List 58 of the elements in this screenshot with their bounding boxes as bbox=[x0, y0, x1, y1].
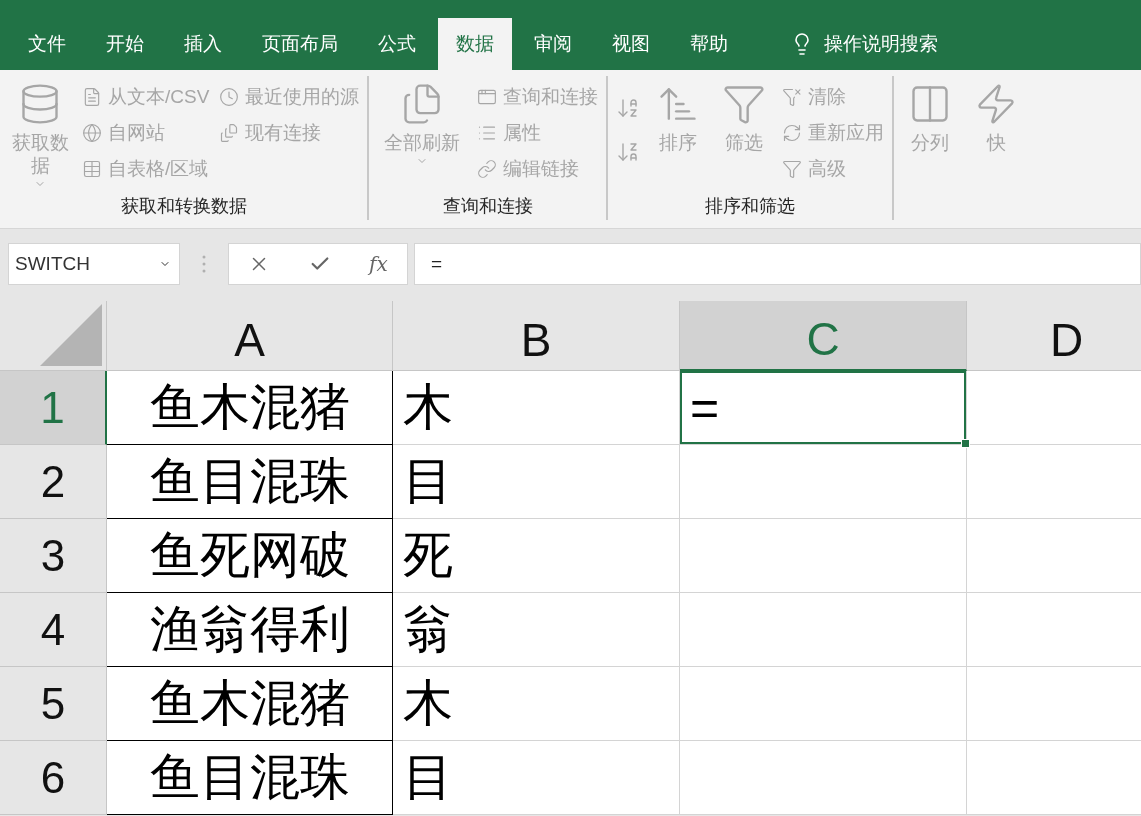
ribbon-icon bbox=[477, 87, 498, 107]
ribbon-icon bbox=[477, 159, 498, 179]
ribbon-tab[interactable]: 文件 bbox=[10, 18, 84, 70]
table-cell[interactable]: 鱼死网破 bbox=[107, 519, 393, 593]
ribbon-tab[interactable]: 插入 bbox=[166, 18, 240, 70]
tell-me-search[interactable]: 操作说明搜索 bbox=[824, 31, 938, 57]
column-header[interactable]: D bbox=[967, 301, 1141, 371]
formula-input[interactable]: = bbox=[414, 243, 1141, 285]
table-cell[interactable]: 死 bbox=[393, 519, 680, 593]
fill-handle[interactable] bbox=[961, 439, 970, 448]
table-cell[interactable] bbox=[680, 445, 967, 519]
column-header[interactable]: C bbox=[680, 301, 967, 371]
table-cell[interactable] bbox=[680, 667, 967, 741]
column-header[interactable]: B bbox=[393, 301, 680, 371]
table-cell[interactable] bbox=[680, 741, 967, 815]
ribbon-icon bbox=[82, 87, 102, 107]
ribbon-icon bbox=[219, 123, 240, 143]
row-header[interactable]: 2 bbox=[0, 445, 107, 519]
table-cell[interactable]: = bbox=[680, 371, 967, 445]
table-cell[interactable]: 鱼木混猪 bbox=[107, 667, 393, 741]
group-label: 获取和转换数据 bbox=[119, 195, 248, 218]
ribbon-icon bbox=[82, 159, 102, 179]
group-label: 查询和连接 bbox=[441, 195, 534, 218]
table-cell[interactable] bbox=[680, 593, 967, 667]
table-cell[interactable]: 鱼目混珠 bbox=[107, 445, 393, 519]
column-header[interactable]: A bbox=[107, 301, 393, 371]
ribbon-tab[interactable]: 公式 bbox=[360, 18, 434, 70]
table-cell[interactable] bbox=[680, 519, 967, 593]
name-box[interactable]: SWITCH bbox=[8, 243, 180, 285]
row-header[interactable]: 1 bbox=[0, 371, 107, 445]
table-cell[interactable]: 目 bbox=[393, 445, 680, 519]
ribbon-tab[interactable]: 帮助 bbox=[672, 18, 746, 70]
ribbon-icon bbox=[219, 87, 240, 107]
table-cell[interactable]: 目 bbox=[393, 741, 680, 815]
row-header[interactable]: 3 bbox=[0, 519, 107, 593]
insert-function-button[interactable]: fx bbox=[369, 252, 388, 276]
ribbon-tab[interactable]: 开始 bbox=[88, 18, 162, 70]
select-all-corner[interactable] bbox=[0, 301, 107, 371]
row-header[interactable]: 4 bbox=[0, 593, 107, 667]
ribbon-icon bbox=[782, 159, 803, 179]
table-cell[interactable]: 渔翁得利 bbox=[107, 593, 393, 667]
grip-icon bbox=[202, 254, 206, 274]
table-cell[interactable]: 木 bbox=[393, 667, 680, 741]
group-label: 排序和筛选 bbox=[704, 195, 797, 218]
table-cell[interactable]: 鱼木混猪 bbox=[107, 371, 393, 445]
ribbon-tab[interactable]: 视图 bbox=[594, 18, 668, 70]
row-header[interactable]: 5 bbox=[0, 667, 107, 741]
row-header[interactable]: 6 bbox=[0, 741, 107, 815]
ribbon-tab[interactable]: 数据 bbox=[438, 18, 512, 70]
triangle-icon bbox=[40, 304, 102, 366]
table-cell[interactable]: 木 bbox=[393, 371, 680, 445]
ribbon-icon bbox=[82, 123, 102, 143]
table-cell[interactable]: 翁 bbox=[393, 593, 680, 667]
table-cell[interactable]: 鱼目混珠 bbox=[107, 741, 393, 815]
ribbon-tab[interactable]: 页面布局 bbox=[244, 18, 356, 70]
ribbon-icon bbox=[782, 87, 803, 107]
ribbon-icon bbox=[782, 123, 803, 143]
ribbon-tab[interactable]: 审阅 bbox=[516, 18, 590, 70]
